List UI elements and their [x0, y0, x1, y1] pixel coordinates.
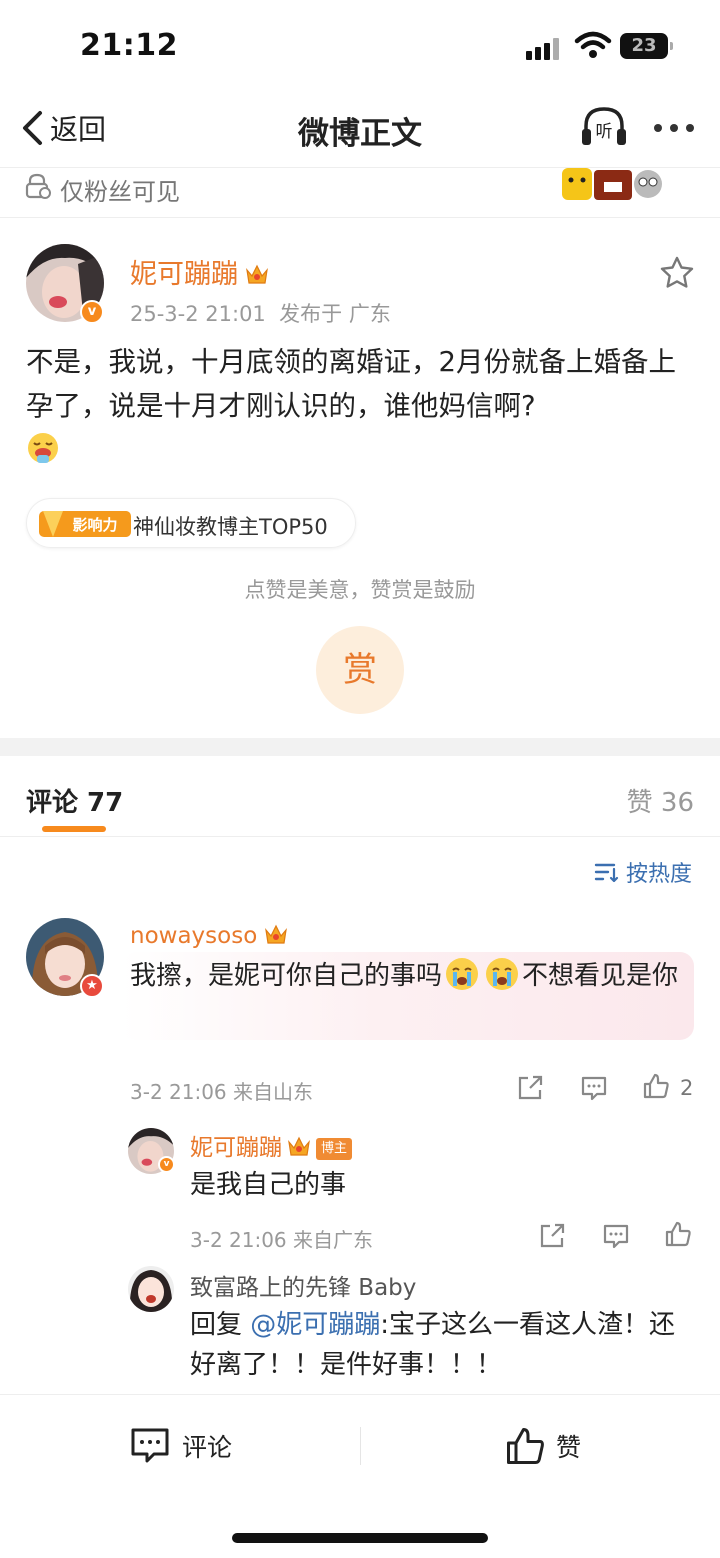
section-divider	[0, 738, 720, 756]
crown-icon	[265, 924, 288, 944]
like-thumb-icon[interactable]	[664, 1220, 692, 1248]
reward-hint: 点赞是美意，赞赏是鼓励	[244, 578, 476, 602]
tab-comments[interactable]: 评论 77	[26, 782, 123, 819]
favorite-star-icon[interactable]	[660, 256, 694, 288]
battery-icon: 23	[620, 33, 673, 59]
comment-button[interactable]: 评论	[130, 1427, 232, 1465]
tab-likes[interactable]: 赞 36	[627, 782, 694, 819]
post-meta: 25-3-2 21:01 发布于 广东	[130, 298, 391, 328]
post-author-name[interactable]: 妮可蹦蹦	[130, 252, 270, 291]
sort-label: 按热度	[625, 862, 692, 887]
tab-active-indicator	[42, 826, 106, 832]
reply-author-name[interactable]: 妮可蹦蹦 博主	[190, 1128, 353, 1162]
post-location: 发布于 广东	[279, 302, 391, 326]
sort-button[interactable]: 按热度	[594, 856, 692, 888]
share-icon[interactable]	[538, 1222, 566, 1250]
decoration-stickers-icon	[562, 168, 662, 200]
like-button[interactable]: 赞	[504, 1425, 581, 1467]
reply-author-name[interactable]: 致富路上的先锋 Baby	[190, 1268, 416, 1302]
reply-text: 是我自己的事	[190, 1170, 347, 1200]
drooling-emoji-icon	[28, 433, 58, 463]
comment-meta: 3-2 21:06 来自山东	[130, 1080, 314, 1104]
reply-text: 回复 @妮可蹦蹦:宝子这么一看这人渣！还好离了！！是件好事！！！	[190, 1310, 676, 1380]
wifi-icon	[574, 31, 612, 58]
like-button-label: 赞	[556, 1433, 582, 1462]
influence-logo-icon: 影响力	[39, 511, 131, 537]
verified-badge-icon: v	[158, 1156, 175, 1173]
reply-comment-icon[interactable]	[602, 1222, 630, 1250]
signal-icon	[526, 36, 562, 60]
comment-author-name[interactable]: nowaysoso	[130, 922, 289, 949]
status-bar: 21:12 23	[0, 0, 720, 90]
post-text: 不是，我说，十月底领的离婚证，2月份就备上婚备上孕了，说是十月才刚认识的，谁他妈…	[26, 346, 676, 422]
reply-author-avatar[interactable]	[128, 1266, 174, 1312]
influence-tag[interactable]: 影响力 神仙妆教博主TOP50	[26, 498, 356, 548]
status-time: 21:12	[80, 28, 178, 63]
mention-link[interactable]: @妮可蹦蹦	[250, 1310, 380, 1340]
tab-divider	[0, 836, 720, 837]
crown-icon	[246, 264, 268, 284]
svg-text:影响力: 影响力	[72, 516, 117, 534]
comment-button-label: 评论	[182, 1433, 233, 1462]
visibility-bar: 仅粉丝可见	[0, 168, 720, 218]
svg-text:听: 听	[596, 122, 613, 142]
home-indicator[interactable]	[232, 1533, 488, 1543]
sort-icon	[594, 863, 619, 883]
reply-comment-icon[interactable]	[580, 1074, 608, 1102]
comment-icon	[131, 1428, 169, 1463]
crying-emoji-icon	[446, 958, 479, 990]
nav-bar: 返回 微博正文 听	[0, 90, 720, 168]
share-icon[interactable]	[516, 1074, 544, 1102]
more-options-icon[interactable]	[654, 124, 694, 132]
reward-button[interactable]: 赏	[316, 626, 404, 714]
comment-text: 我擦，是妮可你自己的事吗 不想看见是你	[130, 956, 690, 996]
listen-headphones-icon[interactable]: 听	[580, 104, 628, 150]
bottom-action-bar: 评论 赞	[0, 1394, 720, 1558]
crying-emoji-icon	[486, 958, 519, 990]
post-time: 25-3-2 21:01	[130, 302, 266, 326]
like-thumb-icon[interactable]	[642, 1072, 670, 1100]
author-badge: 博主	[316, 1138, 353, 1160]
comment-like-count: 2	[680, 1076, 694, 1100]
reply-meta: 3-2 21:06 来自广东	[190, 1228, 374, 1252]
bottom-separator	[360, 1427, 361, 1465]
fans-only-lock-icon	[25, 173, 51, 199]
tag-label: 神仙妆教博主TOP50	[133, 515, 328, 539]
crown-icon	[288, 1136, 310, 1156]
like-thumb-icon	[507, 1428, 544, 1464]
visibility-label: 仅粉丝可见	[60, 178, 180, 206]
member-badge-icon: ★	[80, 974, 104, 998]
post-content: 不是，我说，十月底领的离婚证，2月份就备上婚备上孕了，说是十月才刚认识的，谁他妈…	[26, 340, 694, 472]
verified-badge-icon: v	[80, 300, 104, 324]
